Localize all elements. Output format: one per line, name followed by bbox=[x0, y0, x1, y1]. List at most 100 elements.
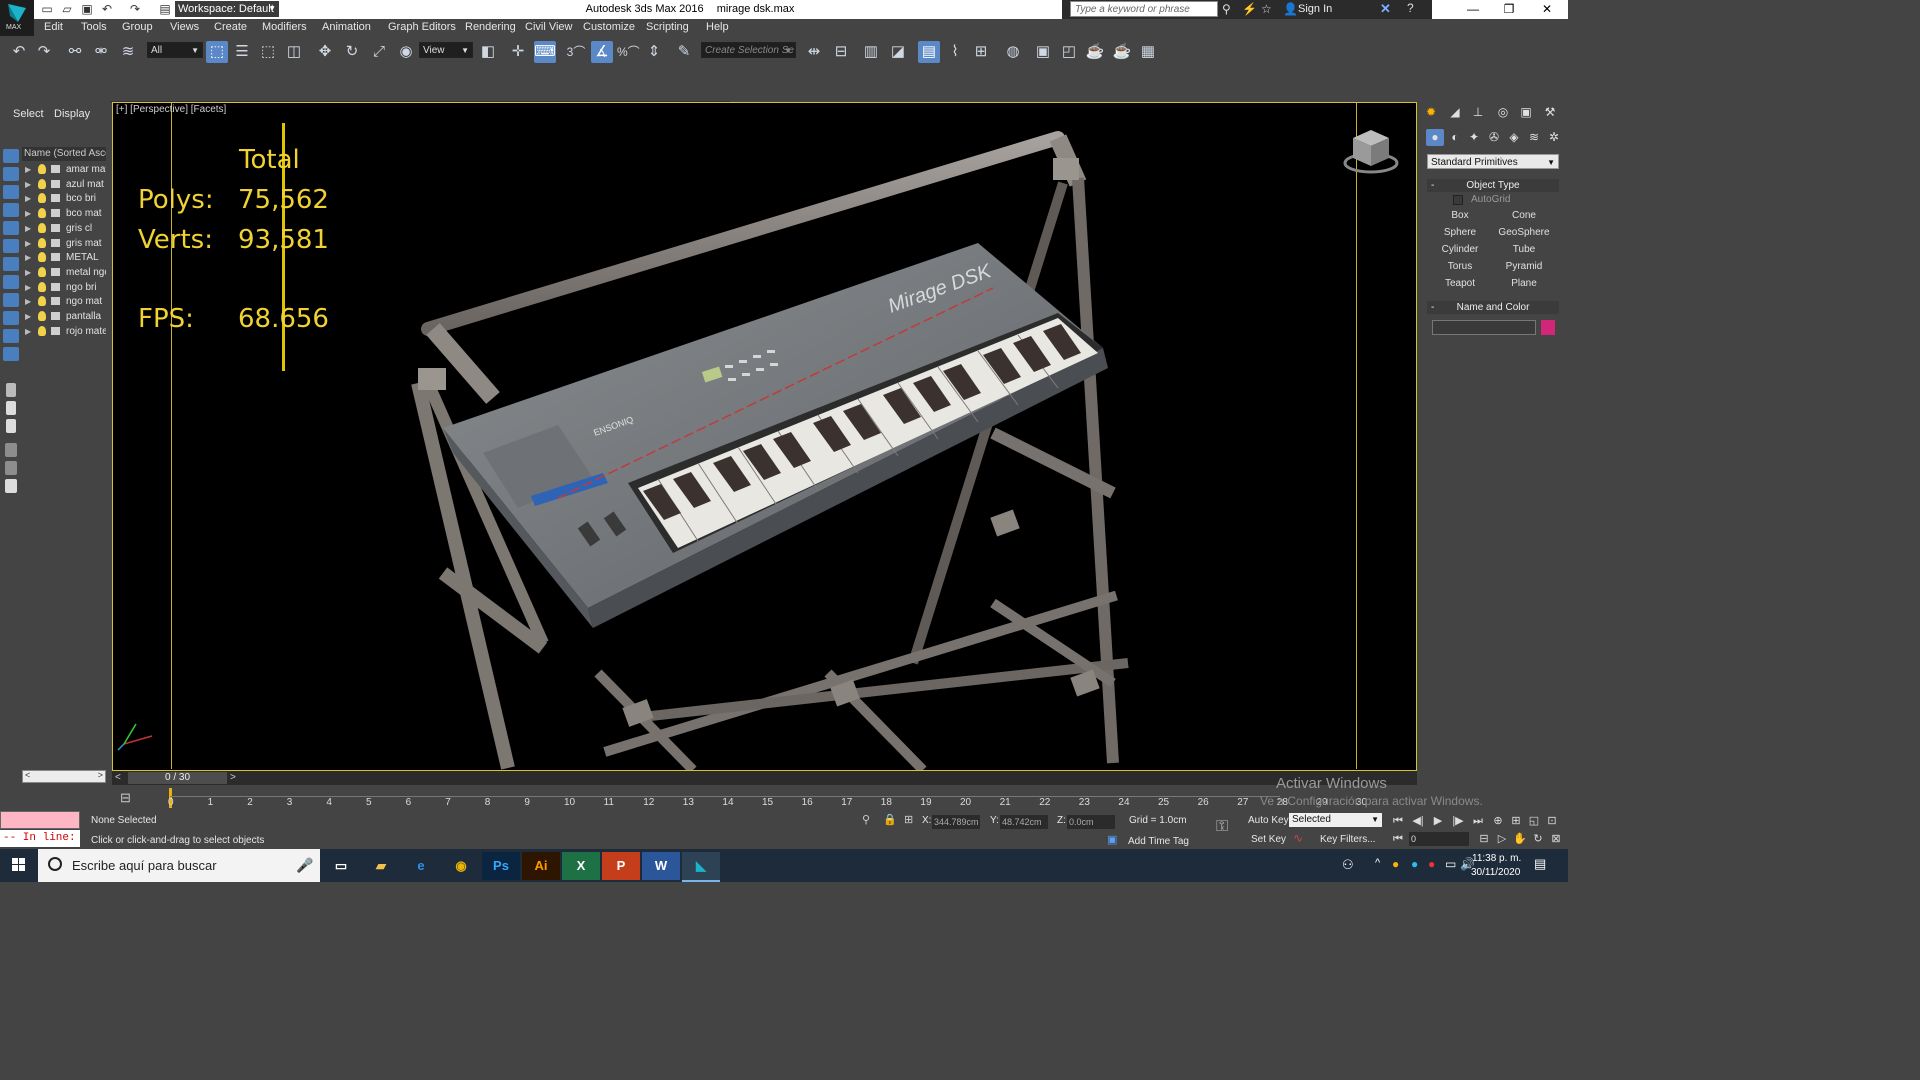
list-item[interactable]: ▶ rojo mate bbox=[22, 325, 106, 339]
display-influences-icon[interactable] bbox=[6, 401, 16, 415]
selection-filter-dropdown[interactable]: All ▼ bbox=[147, 42, 203, 58]
3ds-max-taskbar-icon[interactable]: ◣ bbox=[682, 852, 720, 882]
app-logo[interactable]: MAX bbox=[0, 0, 34, 36]
key-icon[interactable]: ⚿ bbox=[1216, 818, 1228, 836]
move-icon[interactable]: ✥ bbox=[314, 41, 336, 63]
layer-icon[interactable] bbox=[5, 479, 17, 493]
unlink-icon[interactable]: ⚮ bbox=[90, 41, 112, 63]
explorer-column-header[interactable]: Name (Sorted Ascen bbox=[22, 147, 106, 161]
menu-civil-view[interactable]: Civil View bbox=[525, 21, 572, 33]
keyboard-shortcut-override-icon[interactable]: ⌨ bbox=[534, 41, 556, 63]
display-none-icon[interactable] bbox=[3, 167, 19, 181]
key-filters-button[interactable]: Key Filters... bbox=[1320, 834, 1376, 845]
list-item[interactable]: ▶ ngo bri bbox=[22, 281, 106, 295]
plane-button[interactable]: Plane bbox=[1494, 276, 1554, 291]
new-scene-icon[interactable]: ▭ bbox=[40, 3, 54, 16]
key-mode-dropdown[interactable]: Selected ▼ bbox=[1289, 813, 1382, 827]
display-geometry-icon[interactable] bbox=[3, 203, 19, 217]
menu-rendering[interactable]: Rendering bbox=[465, 21, 516, 33]
selection-lock-icon[interactable]: 🔒 bbox=[883, 813, 897, 826]
display-dependents-icon[interactable] bbox=[6, 419, 16, 433]
menu-modifiers[interactable]: Modifiers bbox=[262, 21, 307, 33]
time-slider-handle[interactable]: 0 / 30 bbox=[128, 772, 227, 784]
menu-scripting[interactable]: Scripting bbox=[646, 21, 689, 33]
redo-icon[interactable]: ↷ bbox=[128, 3, 142, 16]
list-item[interactable]: ▶ METAL bbox=[22, 251, 106, 265]
menu-create[interactable]: Create bbox=[214, 21, 247, 33]
expand-icon[interactable]: ▶ bbox=[25, 325, 31, 339]
percent-snap-icon[interactable]: %⌒ bbox=[617, 41, 640, 63]
tray-app-2-icon[interactable]: ● bbox=[1411, 857, 1418, 871]
mini-curve-editor-icon[interactable]: ⊟ bbox=[120, 790, 131, 806]
network-icon[interactable]: ▭ bbox=[1445, 857, 1456, 871]
pan-icon[interactable]: ✋ bbox=[1512, 832, 1528, 846]
find-icon[interactable] bbox=[5, 461, 17, 475]
communication-icon[interactable]: ⚡ bbox=[1242, 2, 1257, 16]
auto-key-button[interactable]: Auto Key bbox=[1248, 815, 1289, 826]
go-to-start-icon[interactable]: ⏮ bbox=[1390, 814, 1406, 828]
taskbar-search-box[interactable]: Escribe aquí para buscar 🎤 bbox=[38, 849, 320, 882]
save-file-icon[interactable]: ▣ bbox=[80, 3, 94, 16]
scene-explorer-icon[interactable]: ▤ bbox=[918, 41, 940, 63]
cylinder-button[interactable]: Cylinder bbox=[1430, 242, 1490, 257]
a360-render-icon[interactable]: ▦ bbox=[1137, 41, 1159, 63]
render-iterative-icon[interactable]: ☕ bbox=[1111, 41, 1133, 63]
zoom-extents-icon[interactable]: ◱ bbox=[1526, 814, 1542, 828]
expand-icon[interactable]: ▶ bbox=[25, 192, 31, 206]
mirror-icon[interactable]: ⇹ bbox=[803, 41, 825, 63]
window-crossing-icon[interactable]: ◫ bbox=[283, 41, 305, 63]
systems-icon[interactable]: ✲ bbox=[1545, 129, 1563, 146]
excel-icon[interactable]: X bbox=[562, 852, 600, 880]
microphone-icon[interactable]: 🎤 bbox=[296, 849, 313, 882]
chrome-icon[interactable]: ◉ bbox=[442, 852, 480, 880]
link-icon[interactable]: ⚯ bbox=[64, 41, 86, 63]
object-type-rollout-header[interactable]: - Object Type bbox=[1427, 179, 1559, 192]
filter-icon[interactable] bbox=[5, 443, 17, 457]
expand-icon[interactable]: ▶ bbox=[25, 310, 31, 324]
set-key-curve-icon[interactable]: ∿ bbox=[1293, 831, 1303, 845]
list-item[interactable]: ▶ bco bri bbox=[22, 192, 106, 206]
play-icon[interactable]: ▶ bbox=[1430, 814, 1446, 828]
create-tab-icon[interactable]: ✹ bbox=[1422, 104, 1440, 121]
display-lights-icon[interactable] bbox=[3, 239, 19, 253]
display-children-icon[interactable] bbox=[6, 383, 16, 397]
menu-views[interactable]: Views bbox=[170, 21, 199, 33]
edge-icon[interactable]: e bbox=[402, 852, 440, 880]
binoculars-icon[interactable]: ⚲ bbox=[1222, 2, 1231, 16]
primitive-category-dropdown[interactable]: Standard Primitives ▼ bbox=[1427, 154, 1559, 169]
menu-graph-editors[interactable]: Graph Editors bbox=[388, 21, 456, 33]
menu-help[interactable]: Help bbox=[706, 21, 729, 33]
snaps-toggle-icon[interactable]: 3⌒ bbox=[565, 41, 587, 63]
align-icon[interactable]: ⊟ bbox=[830, 41, 852, 63]
powerpoint-icon[interactable]: P bbox=[602, 852, 640, 880]
menu-edit[interactable]: Edit bbox=[44, 21, 63, 33]
rectangular-selection-icon[interactable]: ⬚ bbox=[257, 41, 279, 63]
explorer-tab-display[interactable]: Display bbox=[54, 108, 90, 120]
menu-tools[interactable]: Tools bbox=[81, 21, 107, 33]
time-config-icon[interactable]: ⊟ bbox=[1476, 832, 1492, 846]
zoom-all-icon[interactable]: ⊞ bbox=[1508, 814, 1524, 828]
previous-frame-icon[interactable]: ◀| bbox=[1410, 814, 1426, 828]
edit-named-selection-icon[interactable]: ✎ bbox=[673, 41, 695, 63]
taskbar-clock-date[interactable]: 30/11/2020 bbox=[1471, 867, 1520, 878]
set-key-button[interactable]: Set Key bbox=[1251, 834, 1286, 845]
motion-tab-icon[interactable]: ◎ bbox=[1494, 104, 1512, 121]
tray-overflow-icon[interactable]: ^ bbox=[1375, 857, 1380, 869]
display-tab-icon[interactable]: ▣ bbox=[1517, 104, 1535, 121]
spinner-snap-icon[interactable]: ⇕ bbox=[643, 41, 665, 63]
display-cameras-icon[interactable] bbox=[3, 257, 19, 271]
list-item[interactable]: ▶ amar mat bbox=[22, 163, 106, 177]
object-name-field[interactable] bbox=[1432, 320, 1536, 335]
list-item[interactable]: ▶ pantalla bbox=[22, 310, 106, 324]
rotate-icon[interactable]: ↻ bbox=[341, 41, 363, 63]
orbit-icon[interactable]: ↻ bbox=[1530, 832, 1546, 846]
list-item[interactable]: ▶ azul mat bbox=[22, 178, 106, 192]
expand-icon[interactable]: ▶ bbox=[25, 281, 31, 295]
scroll-right-icon[interactable]: > bbox=[98, 770, 103, 780]
task-view-icon[interactable]: ▭ bbox=[322, 852, 360, 880]
expand-icon[interactable]: ▶ bbox=[25, 163, 31, 177]
angle-snap-icon[interactable]: ∡ bbox=[591, 41, 613, 63]
people-icon[interactable]: ⚇ bbox=[1342, 857, 1354, 873]
list-item[interactable]: ▶ bco mat bbox=[22, 207, 106, 221]
time-slider[interactable] bbox=[112, 771, 1417, 785]
